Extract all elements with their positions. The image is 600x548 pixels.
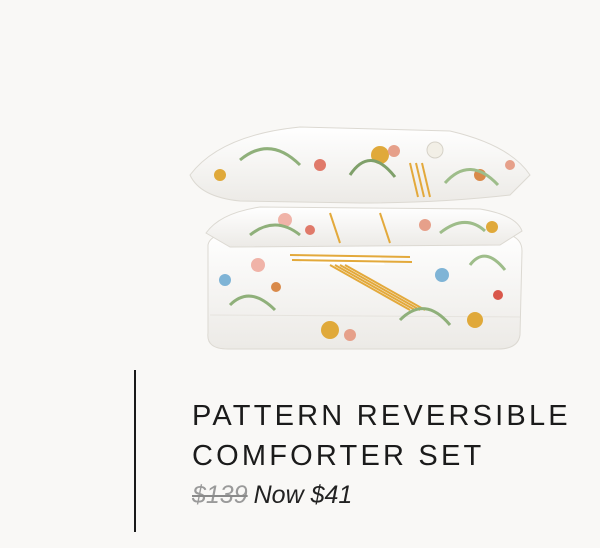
- price-block: $139 Now $41: [192, 481, 352, 510]
- vertical-divider: [134, 370, 136, 532]
- original-price: $139: [192, 481, 248, 509]
- product-title[interactable]: PATTERN REVERSIBLE COMFORTER SET: [192, 396, 571, 476]
- product-title-line2: COMFORTER SET: [192, 440, 485, 472]
- product-card[interactable]: PATTERN REVERSIBLE COMFORTER SET $139 Now…: [0, 0, 600, 548]
- pillow-sham-middle: [205, 206, 523, 248]
- sale-price: Now $41: [253, 481, 353, 509]
- comforter-set-image[interactable]: [180, 105, 535, 355]
- product-title-line1: PATTERN REVERSIBLE: [192, 400, 571, 432]
- comforter: [207, 230, 523, 350]
- pillow-sham-top: [189, 126, 531, 204]
